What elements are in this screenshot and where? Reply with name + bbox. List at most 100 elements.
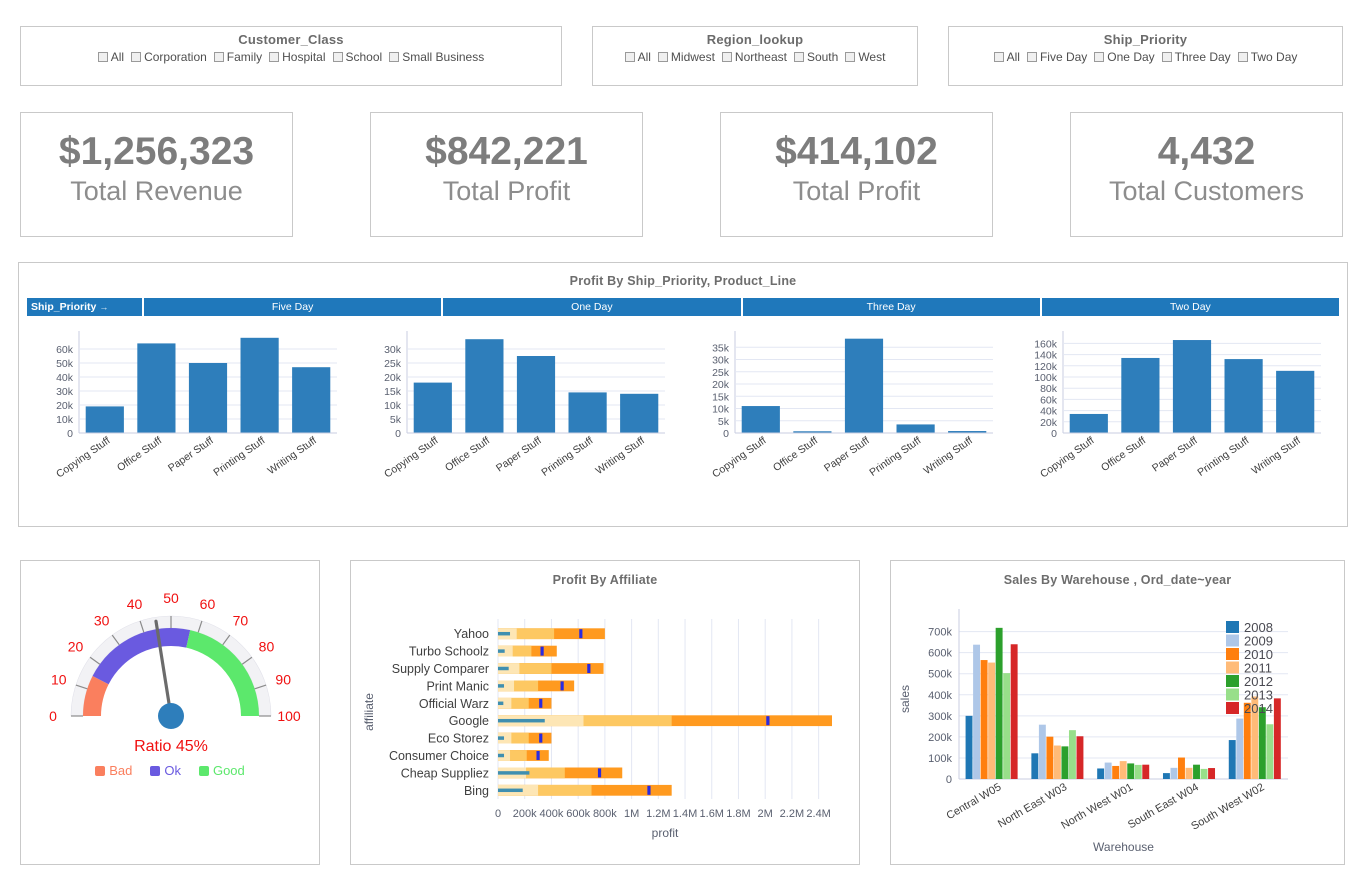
filter-option-all[interactable]: All [625,50,651,65]
bar-central-w05-2012[interactable] [996,628,1003,779]
checkbox-icon[interactable] [1027,52,1037,62]
legend-swatch-2011[interactable] [1226,662,1239,674]
gauge-tick-label-70: 70 [233,613,249,629]
bar-north-west-w01-2010[interactable] [1112,766,1119,779]
bar-office-stuff[interactable] [1121,358,1159,433]
bar-central-w05-2010[interactable] [981,660,988,779]
checkbox-icon[interactable] [98,52,108,62]
bar-north-east-w03-2012[interactable] [1061,746,1068,779]
bar-paper-stuff[interactable] [845,339,883,433]
checkbox-icon[interactable] [994,52,1004,62]
filter-option-one-day[interactable]: One Day [1094,50,1154,65]
bar-south-east-w04-2012[interactable] [1193,765,1200,779]
checkbox-icon[interactable] [794,52,804,62]
trellis-header-two-day[interactable]: Two Day [1042,298,1339,316]
bar-north-west-w01-2014[interactable] [1142,765,1149,779]
trellis-header-one-day[interactable]: One Day [443,298,740,316]
legend-swatch-2010[interactable] [1226,648,1239,660]
bar-south-east-w04-2011[interactable] [1186,768,1193,779]
trellis-header-three-day[interactable]: Three Day [743,298,1040,316]
checkbox-icon[interactable] [1162,52,1172,62]
bar-writing-stuff[interactable] [292,367,330,433]
bar-south-east-w04-2009[interactable] [1171,768,1178,779]
filter-option-all[interactable]: All [98,50,124,65]
filter-option-five-day[interactable]: Five Day [1027,50,1087,65]
bar-north-east-w03-2014[interactable] [1077,736,1084,779]
bar-south-west-w02-2014[interactable] [1274,698,1281,779]
gauge-legend-item-bad[interactable]: Bad [95,763,132,778]
bar-south-west-w02-2012[interactable] [1259,707,1266,779]
filter-option-school[interactable]: School [333,50,383,65]
checkbox-icon[interactable] [131,52,141,62]
checkbox-icon[interactable] [1094,52,1104,62]
filter-option-midwest[interactable]: Midwest [658,50,715,65]
bar-north-east-w03-2013[interactable] [1069,730,1076,779]
bar-north-west-w01-2008[interactable] [1097,768,1104,779]
bar-writing-stuff[interactable] [620,394,658,433]
bar-south-west-w02-2008[interactable] [1229,740,1236,779]
bar-north-west-w01-2013[interactable] [1135,765,1142,779]
checkbox-icon[interactable] [658,52,668,62]
legend-swatch-2008[interactable] [1226,621,1239,633]
bar-north-east-w03-2011[interactable] [1054,746,1061,779]
checkbox-icon[interactable] [722,52,732,62]
bar-paper-stuff[interactable] [189,363,227,433]
filter-option-west[interactable]: West [845,50,885,65]
legend-swatch-2012[interactable] [1226,675,1239,687]
filter-option-small-business[interactable]: Small Business [389,50,484,65]
trellis-key-cell[interactable]: Ship_Priority → [27,298,142,316]
filter-option-corporation[interactable]: Corporation [131,50,207,65]
bar-south-east-w04-2008[interactable] [1163,773,1170,779]
filter-option-south[interactable]: South [794,50,838,65]
bar-printing-stuff[interactable] [569,392,607,433]
bar-central-w05-2008[interactable] [966,716,973,779]
filter-option-label: All [111,50,124,64]
legend-swatch-2009[interactable] [1226,635,1239,647]
bar-printing-stuff[interactable] [1225,359,1263,433]
bar-printing-stuff[interactable] [241,338,279,433]
bar-copying-stuff[interactable] [742,406,780,433]
checkbox-icon[interactable] [1238,52,1248,62]
bar-copying-stuff[interactable] [414,383,452,433]
bar-office-stuff[interactable] [137,343,175,433]
bar-south-east-w04-2013[interactable] [1201,769,1208,779]
bar-north-east-w03-2009[interactable] [1039,725,1046,779]
bar-writing-stuff[interactable] [1276,371,1314,433]
bar-north-west-w01-2009[interactable] [1105,763,1112,779]
filter-option-all[interactable]: All [994,50,1020,65]
checkbox-icon[interactable] [214,52,224,62]
checkbox-icon[interactable] [269,52,279,62]
bar-north-east-w03-2010[interactable] [1046,737,1053,779]
gauge-legend-item-ok[interactable]: Ok [150,763,181,778]
bar-printing-stuff[interactable] [897,424,935,433]
trellis-header-five-day[interactable]: Five Day [144,298,441,316]
filter-option-northeast[interactable]: Northeast [722,50,787,65]
filter-option-hospital[interactable]: Hospital [269,50,325,65]
bar-north-west-w01-2011[interactable] [1120,761,1127,779]
bar-central-w05-2013[interactable] [1003,673,1010,779]
bar-north-east-w03-2008[interactable] [1031,753,1038,779]
bar-copying-stuff[interactable] [86,406,124,433]
bar-south-west-w02-2009[interactable] [1236,719,1243,779]
bar-paper-stuff[interactable] [1173,340,1211,433]
checkbox-icon[interactable] [389,52,399,62]
filter-option-two-day[interactable]: Two Day [1238,50,1298,65]
filter-option-three-day[interactable]: Three Day [1162,50,1231,65]
checkbox-icon[interactable] [333,52,343,62]
gauge-legend-item-good[interactable]: Good [199,763,245,778]
filter-option-family[interactable]: Family [214,50,262,65]
bar-south-east-w04-2014[interactable] [1208,768,1215,779]
bar-paper-stuff[interactable] [517,356,555,433]
bar-south-west-w02-2013[interactable] [1266,724,1273,779]
legend-swatch-2014[interactable] [1226,702,1239,714]
bar-central-w05-2014[interactable] [1011,644,1018,779]
bar-copying-stuff[interactable] [1070,414,1108,433]
checkbox-icon[interactable] [625,52,635,62]
bar-central-w05-2011[interactable] [988,663,995,779]
bar-central-w05-2009[interactable] [973,645,980,779]
legend-swatch-2013[interactable] [1226,689,1239,701]
checkbox-icon[interactable] [845,52,855,62]
bar-office-stuff[interactable] [465,339,503,433]
bar-south-east-w04-2010[interactable] [1178,758,1185,779]
bar-north-west-w01-2012[interactable] [1127,763,1134,779]
